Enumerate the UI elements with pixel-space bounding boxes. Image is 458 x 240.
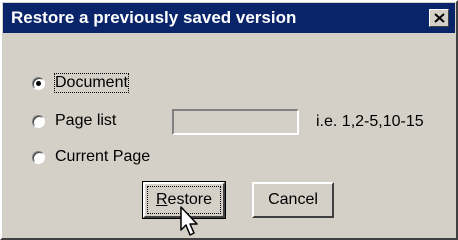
restore-dialog: Restore a previously saved version Docum…	[0, 0, 458, 240]
title-bar[interactable]: Restore a previously saved version	[3, 3, 455, 33]
option-document[interactable]: Document	[32, 72, 129, 94]
option-page-list[interactable]: Page list	[32, 110, 116, 132]
page-list-hint: i.e. 1,2-5,10-15	[316, 113, 424, 130]
option-current-page-label: Current Page	[55, 148, 151, 165]
option-page-list-label: Page list	[55, 112, 117, 129]
option-current-page[interactable]: Current Page	[32, 146, 150, 168]
radio-page-list[interactable]	[32, 114, 45, 128]
dialog-title: Restore a previously saved version	[11, 8, 297, 27]
mouse-pointer-icon	[180, 206, 198, 236]
radio-document[interactable]	[32, 76, 45, 90]
page-list-input[interactable]	[172, 109, 299, 135]
radio-current-page[interactable]	[32, 150, 45, 164]
option-document-label: Document	[54, 73, 129, 93]
close-button[interactable]	[429, 9, 449, 27]
cancel-button[interactable]: Cancel	[252, 182, 334, 218]
close-icon	[434, 13, 445, 23]
cancel-button-label: Cancel	[268, 191, 318, 208]
